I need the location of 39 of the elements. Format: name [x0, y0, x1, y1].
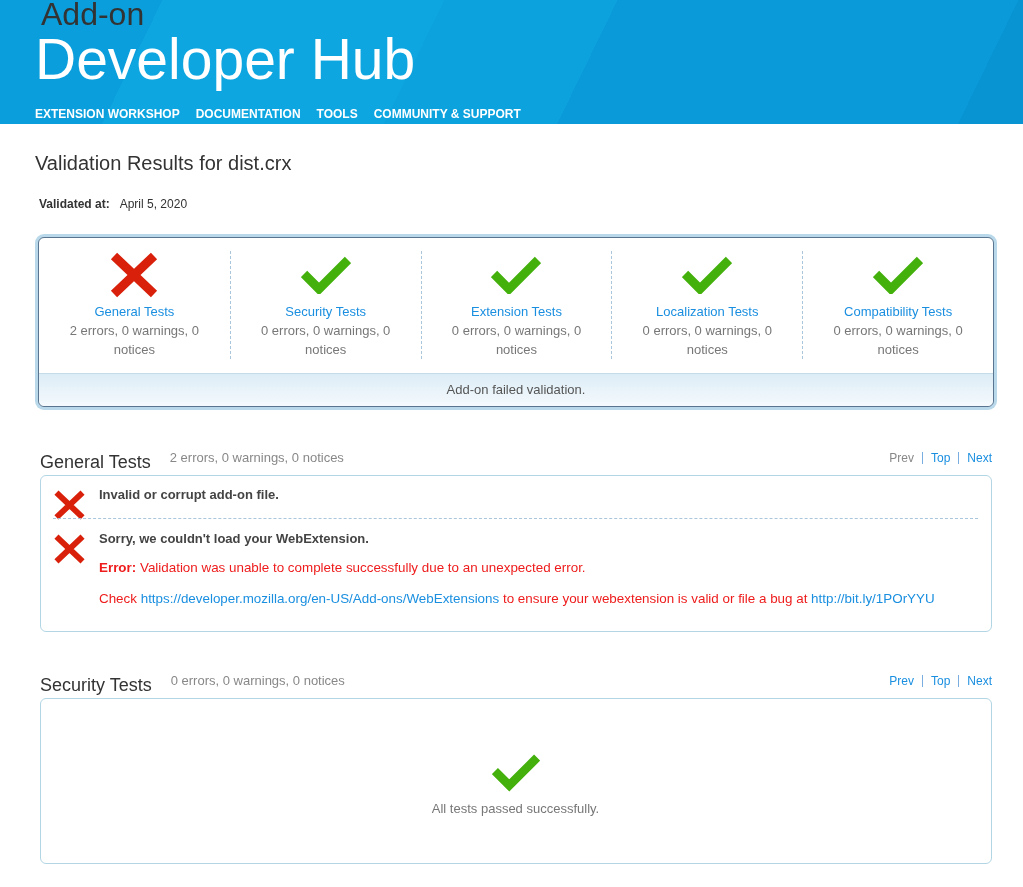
site-title: Developer Hub	[35, 27, 416, 91]
pass-message: All tests passed successfully.	[431, 800, 600, 818]
error-message: Error: Validation was unable to complete successfully due to an unexpected error.	[99, 559, 586, 577]
validation-status: Add-on failed validation.	[39, 373, 993, 406]
test-counts: 0 errors, 0 warnings, 0 notices	[260, 322, 392, 359]
test-link[interactable]: Extension Tests	[471, 302, 562, 321]
validated-label: Validated at:	[39, 196, 110, 212]
nav-link[interactable]: TOOLS	[316, 107, 358, 121]
nav-link[interactable]: EXTENSION WORKSHOP	[35, 107, 180, 121]
test-link[interactable]: General Tests	[94, 302, 175, 321]
cross-icon	[53, 490, 86, 520]
pager-link[interactable]: Next	[967, 674, 992, 688]
message-title: Invalid or corrupt add-on file.	[99, 486, 279, 504]
test-counts: 0 errors, 0 warnings, 0 notices	[641, 322, 773, 359]
pager-link[interactable]: Top	[930, 451, 951, 465]
error-message: Check https://developer.mozilla.org/en-US/Add-ons/WebExtensions to ensure your webextension is valid or file a bug at http://bit.ly/1POrYYU	[99, 590, 935, 608]
test-link[interactable]: Security Tests	[285, 302, 367, 321]
test-link[interactable]: Compatibility Tests	[844, 302, 953, 321]
link[interactable]: http://bit.ly/1POrYYU	[811, 591, 935, 606]
message-title: Sorry, we couldn't load your WebExtension.	[99, 530, 369, 548]
cross-icon	[53, 534, 86, 564]
validated-date: April 5, 2020	[119, 196, 188, 212]
link[interactable]: https://developer.mozilla.org/en-US/Add-ons/WebExtensions	[140, 591, 500, 606]
site-label: Add-on	[41, 2, 145, 27]
test-link[interactable]: Localization Tests	[656, 302, 759, 321]
section-counts: 2 errors, 0 warnings, 0 notices	[169, 449, 344, 467]
test-counts: 0 errors, 0 warnings, 0 notices	[450, 322, 583, 359]
test-counts: 2 errors, 0 warnings, 0 notices	[68, 322, 201, 359]
nav-link[interactable]: DOCUMENTATION	[195, 107, 301, 121]
pager-link[interactable]: Prev	[889, 674, 914, 688]
section-title: General Tests	[40, 451, 151, 473]
test-counts: 0 errors, 0 warnings, 0 notices	[832, 322, 964, 359]
section-counts: 0 errors, 0 warnings, 0 notices	[170, 672, 345, 690]
pager-link[interactable]: Top	[930, 674, 951, 688]
page-title: Validation Results for dist.crx	[35, 151, 292, 175]
pager-link[interactable]: Next	[967, 451, 992, 465]
check-icon	[491, 752, 540, 792]
section-title: Security Tests	[40, 674, 152, 696]
nav-link[interactable]: COMMUNITY & SUPPORT	[373, 107, 521, 121]
